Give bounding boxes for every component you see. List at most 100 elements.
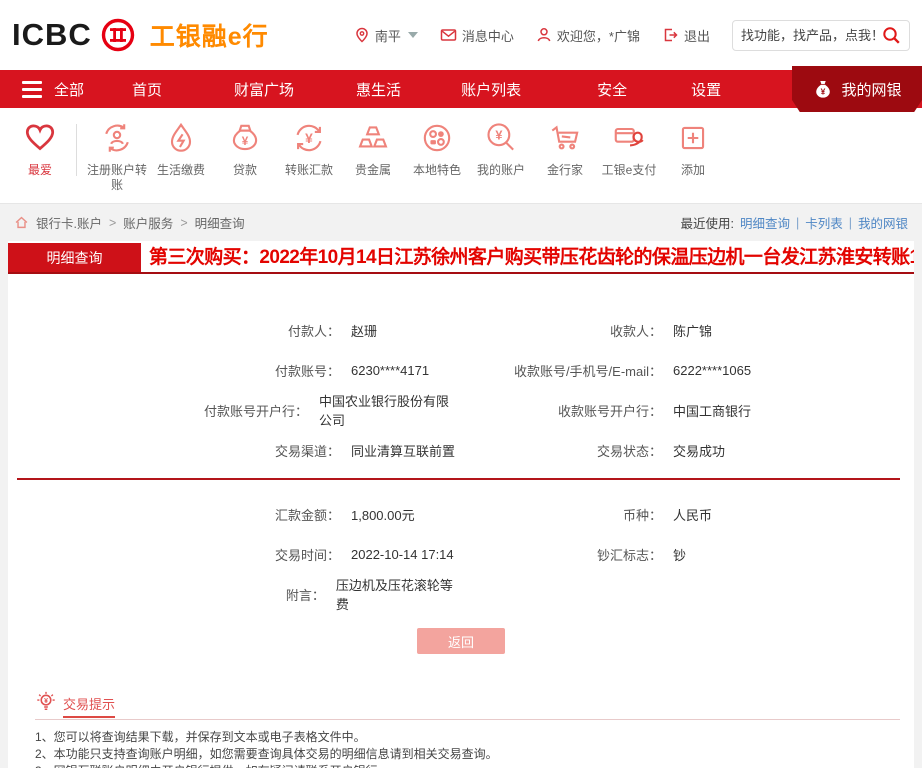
add-icon xyxy=(675,120,711,156)
button-row: 返回 xyxy=(8,628,914,664)
svg-text:¥: ¥ xyxy=(305,131,313,146)
shortcut-precious-metal[interactable]: 贵金属 xyxy=(341,120,405,178)
shortcut-bill-pay[interactable]: 生活缴费 xyxy=(149,120,213,178)
breadcrumb-separator: > xyxy=(109,216,116,230)
my-ebank-label: 我的网银 xyxy=(841,79,901,100)
shortcut-local-feature[interactable]: 本地特色 xyxy=(405,120,469,178)
location-selector[interactable]: 南平 xyxy=(354,26,418,45)
search-icon[interactable] xyxy=(882,26,901,45)
shortcut-label: 贵金属 xyxy=(343,163,403,178)
svg-text:¥: ¥ xyxy=(44,698,48,705)
breadcrumb: 银行卡.账户 > 账户服务 > 明细查询 xyxy=(14,213,245,232)
main-content: 明细查询 第三次购买：2022年10月14日江苏徐州客户购买带压花齿轮的保温压边… xyxy=(8,241,914,768)
shortcut-my-account[interactable]: ¥ 我的账户 xyxy=(469,120,533,178)
field-label: 附言： xyxy=(8,585,325,604)
field-label: 汇款金额： xyxy=(8,505,340,524)
field-value: 中国工商银行 xyxy=(673,401,751,420)
separator: | xyxy=(849,216,852,230)
shortcut-label: 贷款 xyxy=(215,163,275,178)
breadcrumb-item: 明细查询 xyxy=(195,213,245,232)
field-label: 钞汇标志： xyxy=(460,545,662,564)
mail-icon xyxy=(440,27,457,43)
nav-item-accounts[interactable]: 账户列表 xyxy=(461,79,521,100)
recent-link-my-ebank[interactable]: 我的网银 xyxy=(858,213,908,232)
bulb-icon: ¥ xyxy=(35,690,57,712)
svg-text:¥: ¥ xyxy=(495,129,502,143)
welcome-label: 欢迎您，*广锦 xyxy=(557,26,640,45)
cart-icon xyxy=(547,120,583,156)
moneybag-icon: ¥ xyxy=(812,77,834,101)
search-input[interactable] xyxy=(741,28,882,43)
transaction-detail-form: 付款人：赵珊 收款人：陈广锦 付款账号：6230****4171 收款账号/手机… xyxy=(8,274,914,664)
nav-item-security[interactable]: 安全 xyxy=(597,79,627,100)
shortcut-bar: 最爱 注册账户转账 生活缴费 ¥ 贷款 ¥ 转账汇款 xyxy=(0,108,922,204)
local-feature-icon xyxy=(419,120,455,156)
home-icon[interactable] xyxy=(14,215,29,230)
recent-link-detail-query[interactable]: 明细查询 xyxy=(740,213,790,232)
main-nav: 全部 首页 财富广场 惠生活 账户列表 安全 设置 ¥ 我的网银 xyxy=(0,70,922,108)
field-value: 6222****1065 xyxy=(673,363,751,378)
shortcut-loan[interactable]: ¥ 贷款 xyxy=(213,120,277,178)
field-value: 2022-10-14 17:14 xyxy=(351,547,454,562)
heart-icon xyxy=(22,120,58,156)
tip-item: 3、网银互联账户明细由开户银行提供，如有疑问请联系开户银行。 xyxy=(35,763,900,768)
field-label: 收款账号开户行： xyxy=(460,401,662,420)
separator: | xyxy=(796,216,799,230)
field-value: 交易成功 xyxy=(673,441,725,460)
recently-used: 最近使用: 明细查询 | 卡列表 | 我的网银 xyxy=(680,213,908,232)
form-row: 交易时间：2022-10-14 17:14 钞汇标志：钞 xyxy=(8,534,914,574)
annotation-text: 第三次购买：2022年10月14日江苏徐州客户购买带压花齿轮的保温压边机一台发江… xyxy=(149,242,914,269)
recent-link-card-list[interactable]: 卡列表 xyxy=(805,213,843,232)
form-row: 付款人：赵珊 收款人：陈广锦 xyxy=(8,310,914,350)
field-value: 1,800.00元 xyxy=(351,505,415,524)
shortcut-register-transfer[interactable]: 注册账户转账 xyxy=(85,120,149,193)
menu-icon[interactable] xyxy=(22,81,42,98)
shortcut-favorite[interactable]: 最爱 xyxy=(6,120,74,178)
field-label: 收款账号/手机号/E-mail： xyxy=(460,361,662,380)
field-label: 交易时间： xyxy=(8,545,340,564)
field-label: 付款账号： xyxy=(8,361,340,380)
field-value: 人民币 xyxy=(673,505,712,524)
divider xyxy=(76,124,77,176)
breadcrumb-item[interactable]: 账户服务 xyxy=(123,213,173,232)
field-value: 同业清算互联前置 xyxy=(351,441,455,460)
form-row: 交易渠道：同业清算互联前置 交易状态：交易成功 xyxy=(8,430,914,470)
nav-item-wealth[interactable]: 财富广场 xyxy=(234,79,294,100)
breadcrumb-item[interactable]: 银行卡.账户 xyxy=(36,213,102,232)
field-label: 收款人： xyxy=(460,321,662,340)
nav-item-life[interactable]: 惠生活 xyxy=(356,79,401,100)
shortcut-gold-dealer[interactable]: 金行家 xyxy=(533,120,597,178)
logout-button[interactable]: 退出 xyxy=(662,26,710,45)
tab-detail-query[interactable]: 明细查询 xyxy=(8,243,141,272)
nav-item-all[interactable]: 全部 xyxy=(54,79,84,100)
field-label: 交易状态： xyxy=(460,441,662,460)
location-label: 南平 xyxy=(375,26,401,45)
search-box[interactable] xyxy=(732,20,910,51)
svg-text:¥: ¥ xyxy=(821,87,826,97)
message-center-label: 消息中心 xyxy=(462,26,514,45)
field-label: 币种： xyxy=(460,505,662,524)
logout-label: 退出 xyxy=(684,26,710,45)
shortcut-epay[interactable]: 工银e支付 xyxy=(597,120,661,178)
field-value: 陈广锦 xyxy=(673,321,712,340)
form-row: 附言：压边机及压花滚轮等费 xyxy=(8,574,914,614)
field-label: 付款账号开户行： xyxy=(8,401,308,420)
icbc-logo-text: ICBC xyxy=(12,17,92,53)
return-button[interactable]: 返回 xyxy=(417,628,505,654)
welcome-user[interactable]: 欢迎您，*广锦 xyxy=(536,26,640,45)
message-center-link[interactable]: 消息中心 xyxy=(440,26,514,45)
nav-item-home[interactable]: 首页 xyxy=(132,79,162,100)
register-transfer-icon xyxy=(99,120,135,156)
nav-item-settings[interactable]: 设置 xyxy=(691,79,721,100)
tips-title: 交易提示 xyxy=(63,694,115,718)
my-ebank-ribbon[interactable]: ¥ 我的网银 xyxy=(792,66,922,112)
transfer-remit-icon: ¥ xyxy=(291,120,327,156)
page-title-row: 明细查询 第三次购买：2022年10月14日江苏徐州客户购买带压花齿轮的保温压边… xyxy=(8,241,914,274)
shortcut-label: 我的账户 xyxy=(471,163,531,178)
header: ICBC 工银融e行 南平 消息中心 xyxy=(0,0,922,70)
shortcut-label: 添加 xyxy=(663,163,723,178)
shortcut-transfer[interactable]: ¥ 转账汇款 xyxy=(277,120,341,178)
recently-used-label: 最近使用: xyxy=(680,213,733,232)
tips-header: ¥ 交易提示 xyxy=(35,690,900,720)
shortcut-add[interactable]: 添加 xyxy=(661,120,725,178)
